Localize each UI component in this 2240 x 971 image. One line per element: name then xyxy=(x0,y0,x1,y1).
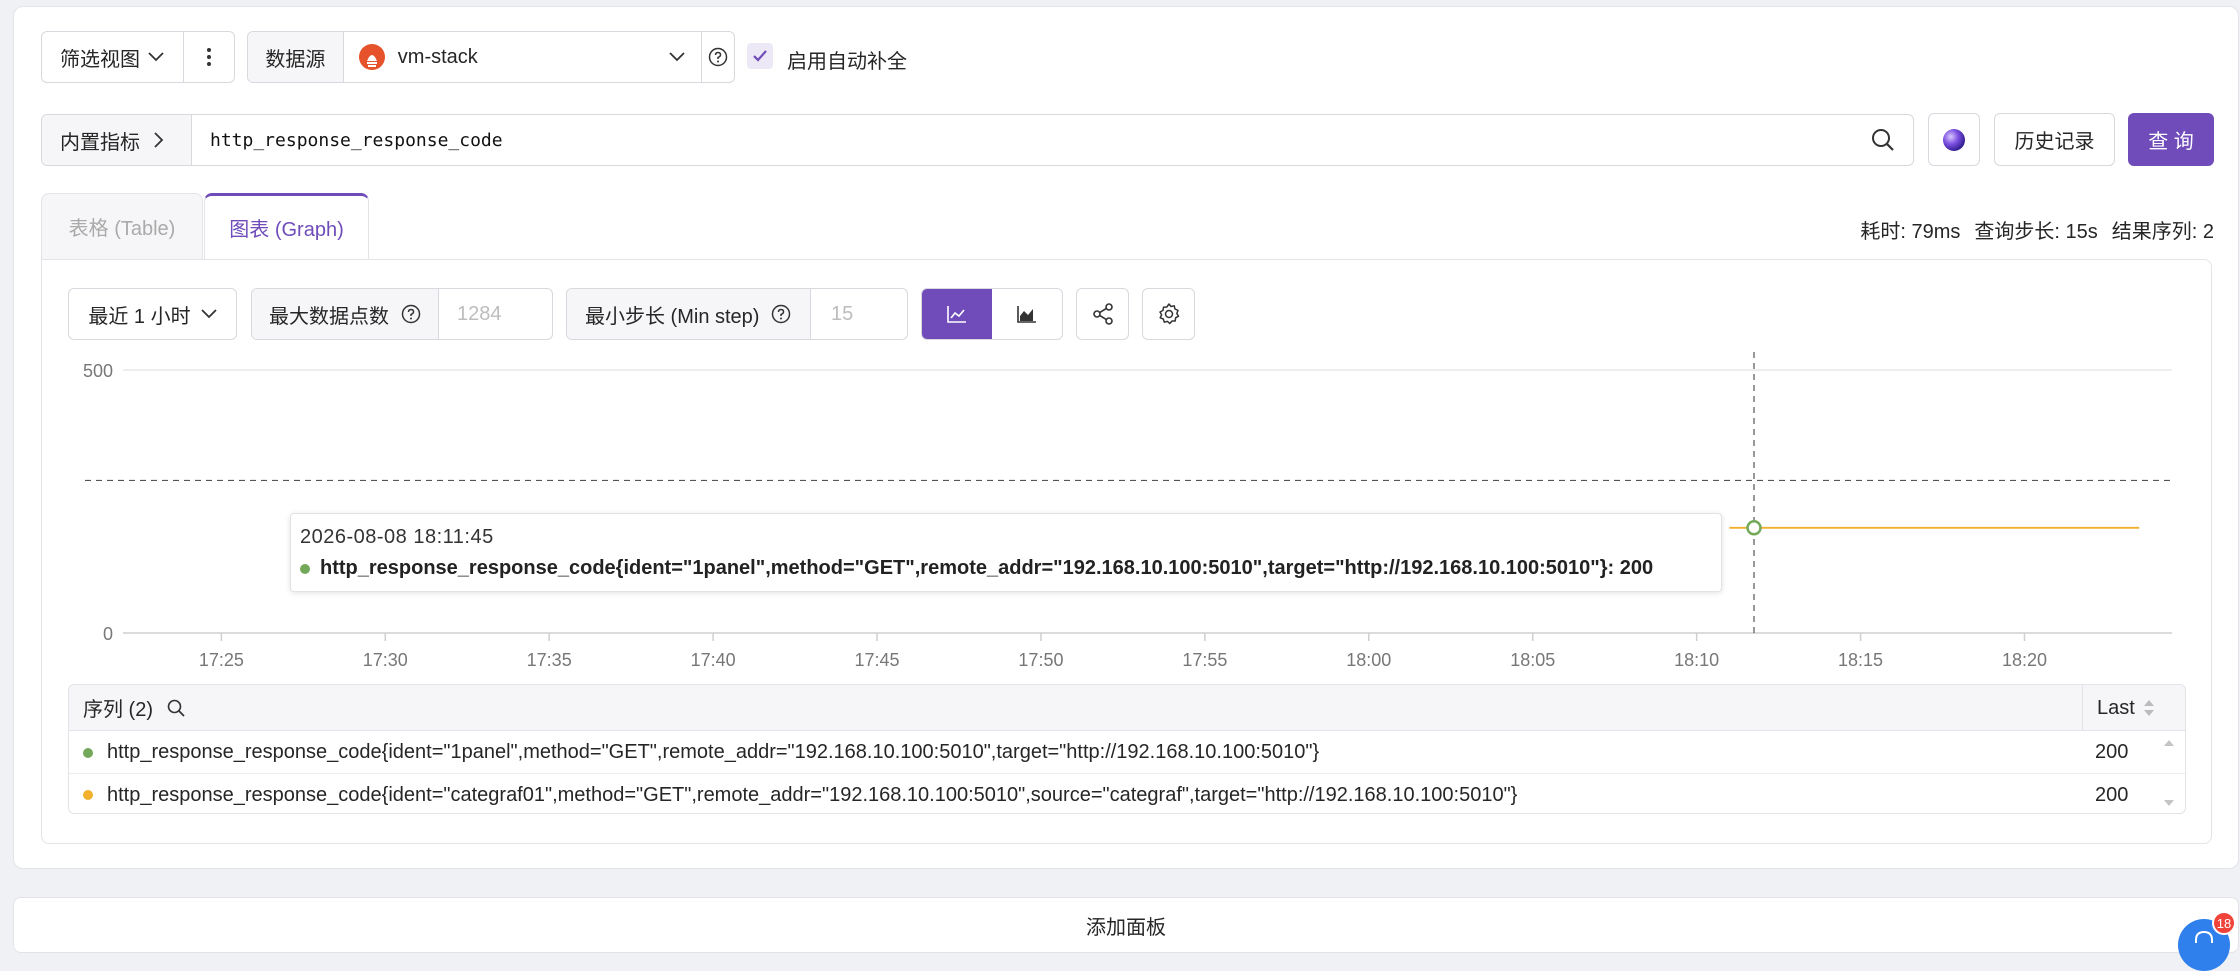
legend-color-dot xyxy=(83,747,93,758)
hover-point xyxy=(1746,520,1762,536)
last-header-label: Last xyxy=(2097,696,2135,719)
chart-tooltip: 2026-08-08 18:11:45 http_response_respon… xyxy=(290,513,1722,592)
legend-last-value: 200 xyxy=(2095,741,2129,763)
legend-title: 序列 (2) xyxy=(83,699,153,721)
notification-badge: 18 xyxy=(2212,911,2236,935)
scroll-down-icon xyxy=(2163,799,2175,807)
legend-row[interactable]: http_response_response_code{ident="categ… xyxy=(69,774,2185,813)
x-tick-label: 18:00 xyxy=(1346,650,1391,670)
x-tick-label: 17:40 xyxy=(691,650,736,670)
y-tick-label: 500 xyxy=(83,361,113,381)
legend-header: 序列 (2) Last xyxy=(69,685,2185,731)
x-tick-label: 18:15 xyxy=(1838,650,1883,670)
legend-series-name: http_response_response_code{ident="categ… xyxy=(107,783,1518,806)
legend-scrollbar[interactable] xyxy=(2161,735,2177,811)
x-tick-label: 17:55 xyxy=(1182,650,1227,670)
series-legend: 序列 (2) Last http_response_response_code{… xyxy=(68,684,2186,814)
headset-icon xyxy=(2192,929,2216,951)
tooltip-series-row: http_response_response_code{ident="1pane… xyxy=(300,557,1653,580)
last-column-header[interactable]: Last xyxy=(2082,685,2185,731)
add-panel-button[interactable]: 添加面板 xyxy=(13,897,2239,953)
tab-graph[interactable]: 图表 (Graph) xyxy=(204,193,369,259)
tooltip-time: 2026-08-08 18:11:45 xyxy=(300,526,494,548)
x-tick-label: 17:25 xyxy=(199,650,244,670)
x-tick-label: 17:30 xyxy=(363,650,408,670)
x-tick-label: 17:50 xyxy=(1018,650,1063,670)
x-tick-label: 17:35 xyxy=(527,650,572,670)
legend-color-dot xyxy=(83,790,93,800)
tooltip-series-dot xyxy=(300,563,310,574)
legend-series-name: http_response_response_code{ident="1pane… xyxy=(107,741,1320,763)
legend-row[interactable]: http_response_response_code{ident="1pane… xyxy=(69,732,2185,774)
scroll-up-icon xyxy=(2163,739,2175,747)
x-tick-label: 18:20 xyxy=(2002,650,2047,670)
legend-last-value: 200 xyxy=(2095,783,2129,806)
tooltip-series-value: http_response_response_code{ident="1pane… xyxy=(320,557,1654,579)
y-tick-label: 0 xyxy=(103,624,113,644)
x-tick-label: 18:10 xyxy=(1674,650,1719,670)
search-icon[interactable] xyxy=(167,699,185,717)
x-tick-label: 17:45 xyxy=(855,650,900,670)
x-tick-label: 18:05 xyxy=(1510,650,1555,670)
sort-icon xyxy=(2143,698,2155,718)
